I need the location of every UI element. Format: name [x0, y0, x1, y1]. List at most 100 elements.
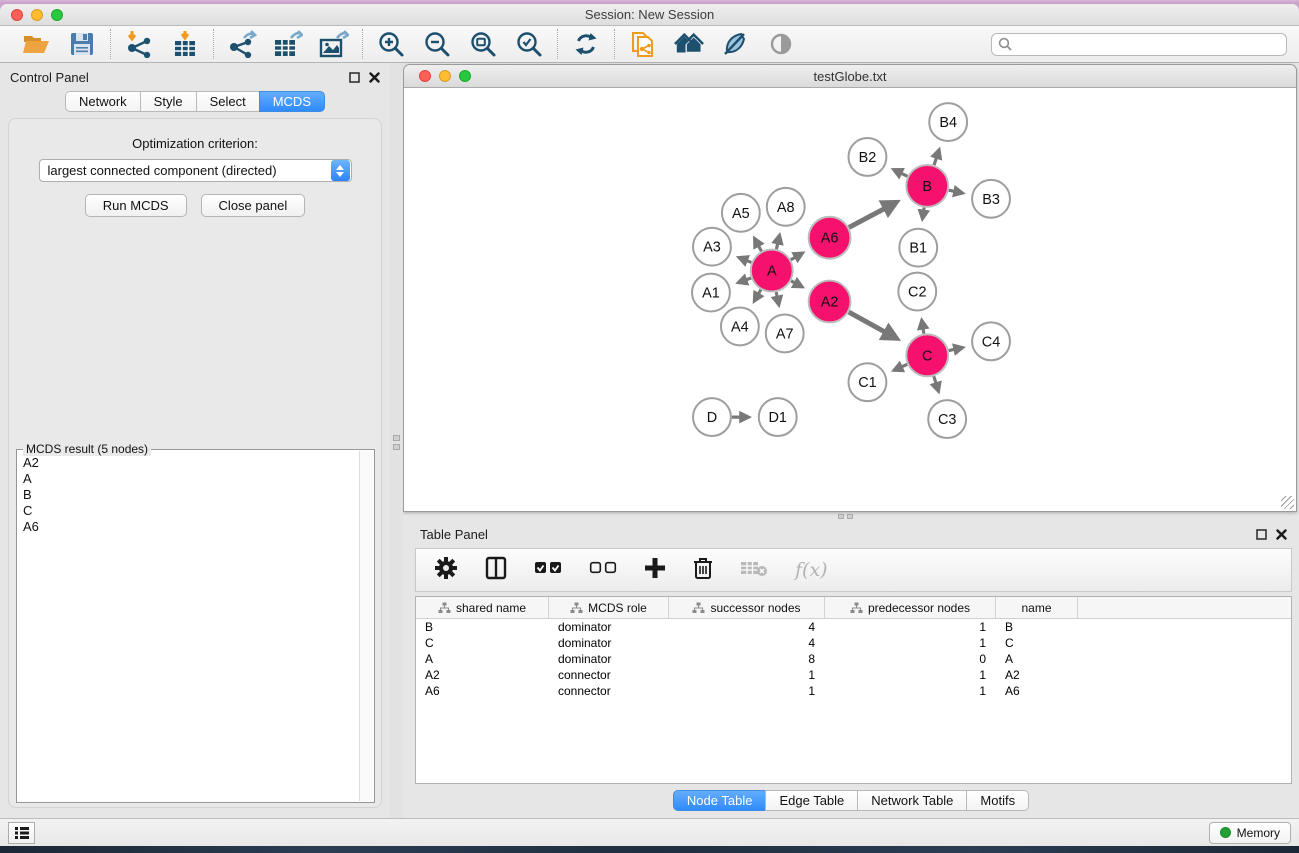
task-history-button[interactable]	[8, 822, 35, 844]
network-canvas[interactable]: B4B2BB3B1A5A8A3A6AA1A2A4A7C2CC4C1C3DD1	[405, 88, 1295, 510]
graph-edge-A6-B[interactable]	[849, 202, 896, 227]
zoom-selected-icon[interactable]	[514, 30, 544, 58]
export-network-icon[interactable]	[227, 30, 257, 58]
function-builder-icon[interactable]: f(x)	[795, 559, 828, 581]
graph-node-B3[interactable]: B3	[972, 180, 1010, 218]
home-icon[interactable]	[674, 30, 704, 58]
float-panel-icon[interactable]	[1256, 529, 1267, 540]
graph-edge-C-C2[interactable]	[922, 320, 924, 334]
import-network-icon[interactable]	[124, 30, 154, 58]
graph-edge-B-B1[interactable]	[922, 208, 924, 219]
close-panel-icon[interactable]	[1276, 529, 1287, 540]
graph-node-A[interactable]: A	[751, 250, 793, 292]
optimization-criterion-select[interactable]: largest connected component (directed)	[39, 159, 352, 182]
tab-network-table[interactable]: Network Table	[857, 790, 967, 811]
graph-edge-A2-C[interactable]	[849, 312, 897, 338]
graph-edge-A-A6[interactable]	[791, 253, 803, 260]
save-session-icon[interactable]	[67, 30, 97, 58]
graph-node-C2[interactable]: C2	[898, 273, 936, 311]
graph-node-A4[interactable]: A4	[721, 307, 759, 345]
graph-node-B2[interactable]: B2	[849, 138, 887, 176]
result-scrollbar[interactable]	[359, 451, 373, 801]
add-column-icon[interactable]	[644, 557, 666, 584]
memory-button[interactable]: Memory	[1209, 822, 1291, 844]
close-panel-button[interactable]: Close panel	[201, 194, 306, 217]
tab-mcds[interactable]: MCDS	[259, 91, 325, 112]
graph-node-A5[interactable]: A5	[722, 194, 760, 232]
close-panel-icon[interactable]	[369, 72, 380, 83]
graph-node-A8[interactable]: A8	[767, 188, 805, 226]
deselect-all-checkboxes-icon[interactable]	[589, 561, 617, 579]
open-session-icon[interactable]	[21, 30, 51, 58]
graph-edge-C-C1[interactable]	[894, 364, 907, 370]
tab-network[interactable]: Network	[65, 91, 141, 112]
horizontal-splitter[interactable]	[403, 512, 1299, 521]
result-item[interactable]: A	[23, 471, 354, 487]
graph-node-B4[interactable]: B4	[929, 103, 967, 141]
resize-grip-icon[interactable]	[1281, 496, 1294, 509]
tab-edge-table[interactable]: Edge Table	[765, 790, 858, 811]
tab-select[interactable]: Select	[196, 91, 260, 112]
tab-motifs[interactable]: Motifs	[966, 790, 1029, 811]
graph-node-D[interactable]: D	[693, 398, 731, 436]
result-item[interactable]: C	[23, 503, 354, 519]
zoom-in-icon[interactable]	[376, 30, 406, 58]
import-table-icon[interactable]	[170, 30, 200, 58]
export-image-icon[interactable]	[319, 30, 349, 58]
table-row[interactable]: Cdominator41C	[416, 635, 1291, 651]
delete-table-icon[interactable]	[740, 559, 768, 582]
graph-edge-B-B3[interactable]	[949, 190, 963, 193]
column-header-shared-name[interactable]: shared name	[416, 597, 549, 618]
run-mcds-button[interactable]: Run MCDS	[85, 194, 187, 217]
graph-node-C3[interactable]: C3	[928, 400, 966, 438]
zoom-fit-icon[interactable]	[468, 30, 498, 58]
select-all-checkboxes-icon[interactable]	[534, 561, 562, 579]
splitter-grip-icon[interactable]	[392, 429, 401, 455]
search-input[interactable]	[1016, 35, 1280, 54]
graph-edge-A-A3[interactable]	[739, 257, 752, 262]
export-table-icon[interactable]	[273, 30, 303, 58]
table-row[interactable]: Bdominator41B	[416, 619, 1291, 635]
graph-edge-A-A5[interactable]	[755, 238, 762, 251]
graph-edge-A-A1[interactable]	[738, 278, 751, 283]
settings-gear-icon[interactable]	[434, 556, 458, 585]
column-header-name[interactable]: name	[996, 597, 1078, 618]
graph-node-C1[interactable]: C1	[849, 363, 887, 401]
graph-edge-C-C4[interactable]	[949, 348, 963, 351]
graph-edge-B-B4[interactable]	[934, 150, 939, 165]
refresh-icon[interactable]	[571, 30, 601, 58]
table-row[interactable]: A6connector11A6	[416, 683, 1291, 699]
graph-edge-A-A2[interactable]	[791, 281, 802, 287]
graph-node-C[interactable]: C	[906, 334, 948, 376]
graph-edge-A-A8[interactable]	[776, 235, 779, 249]
graph-node-A1[interactable]: A1	[692, 274, 730, 312]
graph-edge-A-A4[interactable]	[754, 290, 761, 302]
clone-network-icon[interactable]	[628, 30, 658, 58]
result-item[interactable]: A2	[23, 455, 354, 471]
float-panel-icon[interactable]	[349, 72, 360, 83]
graph-node-C4[interactable]: C4	[972, 322, 1010, 360]
tab-node-table[interactable]: Node Table	[673, 790, 767, 811]
node-table[interactable]: shared nameMCDS rolesuccessor nodesprede…	[415, 596, 1292, 784]
column-header-MCDS-role[interactable]: MCDS role	[549, 597, 669, 618]
graph-node-B1[interactable]: B1	[899, 229, 937, 267]
column-visibility-icon[interactable]	[485, 556, 507, 585]
graph-node-D1[interactable]: D1	[759, 398, 797, 436]
column-header-predecessor-nodes[interactable]: predecessor nodes	[825, 597, 996, 618]
graph-node-B[interactable]: B	[906, 165, 948, 207]
table-row[interactable]: Adominator80A	[416, 651, 1291, 667]
graph-node-A3[interactable]: A3	[693, 228, 731, 266]
vertical-splitter[interactable]	[390, 63, 403, 818]
search-field[interactable]	[991, 33, 1287, 56]
result-item[interactable]: B	[23, 487, 354, 503]
show-hide-panel-icon[interactable]	[766, 30, 796, 58]
column-header-successor-nodes[interactable]: successor nodes	[669, 597, 825, 618]
delete-column-icon[interactable]	[693, 556, 713, 585]
graph-node-A2[interactable]: A2	[809, 281, 851, 323]
splitter-grip-icon[interactable]	[838, 514, 864, 519]
result-item[interactable]: A6	[23, 519, 354, 535]
graph-node-A7[interactable]: A7	[766, 314, 804, 352]
graphics-details-icon[interactable]	[720, 30, 750, 58]
table-row[interactable]: A2connector11A2	[416, 667, 1291, 683]
graph-edge-B-B2[interactable]	[893, 170, 907, 177]
